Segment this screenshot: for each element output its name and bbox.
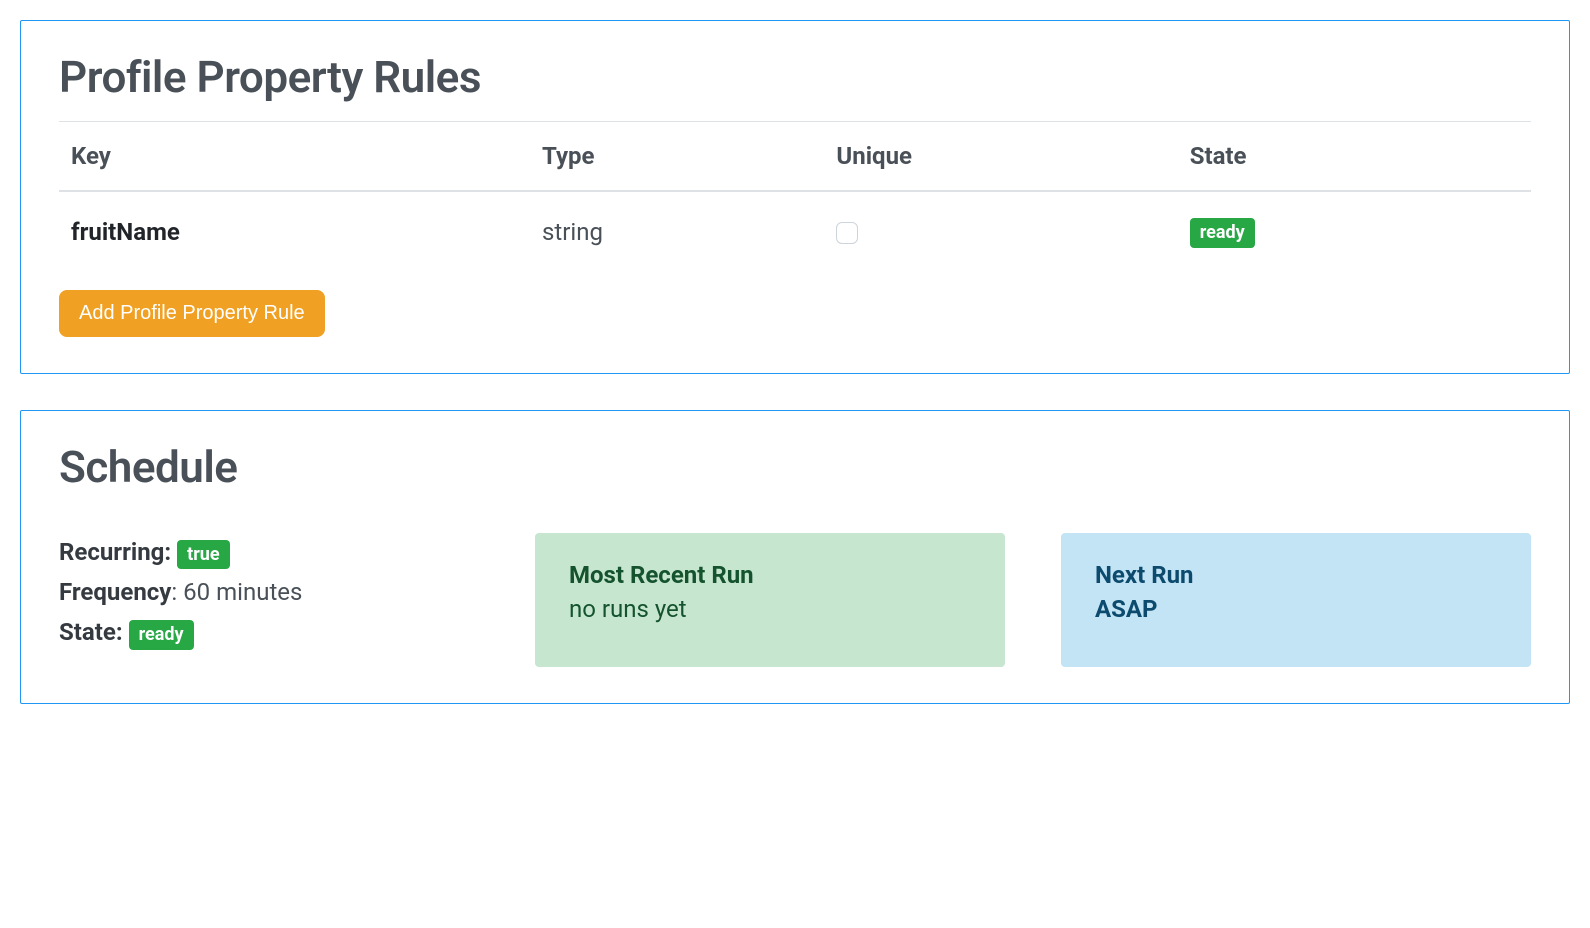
- frequency-label: Frequency: [59, 578, 171, 606]
- recurring-label: Recurring: [59, 538, 164, 566]
- rule-state-cell: ready: [1178, 191, 1531, 272]
- schedule-state-badge: ready: [129, 620, 194, 650]
- schedule-info: Recurring: true Frequency: 60 minutes St…: [59, 533, 479, 654]
- col-unique: Unique: [824, 122, 1177, 192]
- most-recent-run-body: no runs yet: [569, 595, 971, 623]
- state-badge: ready: [1190, 218, 1255, 248]
- rule-key: fruitName: [59, 191, 530, 272]
- frequency-row: Frequency: 60 minutes: [59, 573, 479, 611]
- col-state: State: [1178, 122, 1531, 192]
- profile-property-rules-panel: Profile Property Rules Key Type Unique S…: [20, 20, 1570, 374]
- state-row: State: ready: [59, 613, 479, 651]
- rules-table-header-row: Key Type Unique State: [59, 122, 1531, 192]
- unique-checkbox[interactable]: [836, 222, 858, 244]
- rule-type: string: [530, 191, 824, 272]
- rules-panel-title: Profile Property Rules: [59, 51, 1531, 103]
- recurring-badge: true: [177, 540, 229, 570]
- table-row[interactable]: fruitName string ready: [59, 191, 1531, 272]
- col-key: Key: [59, 122, 530, 192]
- most-recent-run-card: Most Recent Run no runs yet: [535, 533, 1005, 667]
- schedule-panel-title: Schedule: [59, 441, 1531, 493]
- rules-table: Key Type Unique State fruitName string r…: [59, 121, 1531, 272]
- state-label: State: [59, 618, 116, 646]
- schedule-panel: Schedule Recurring: true Frequency: 60 m…: [20, 410, 1570, 704]
- rule-unique-cell: [824, 191, 1177, 272]
- next-run-title: Next Run: [1095, 561, 1497, 589]
- next-run-card: Next Run ASAP: [1061, 533, 1531, 667]
- add-profile-property-rule-button[interactable]: Add Profile Property Rule: [59, 290, 325, 337]
- col-type: Type: [530, 122, 824, 192]
- recurring-row: Recurring: true: [59, 533, 479, 571]
- next-run-body: ASAP: [1095, 595, 1497, 623]
- most-recent-run-title: Most Recent Run: [569, 561, 971, 589]
- schedule-body: Recurring: true Frequency: 60 minutes St…: [59, 533, 1531, 667]
- frequency-value: 60 minutes: [183, 578, 302, 606]
